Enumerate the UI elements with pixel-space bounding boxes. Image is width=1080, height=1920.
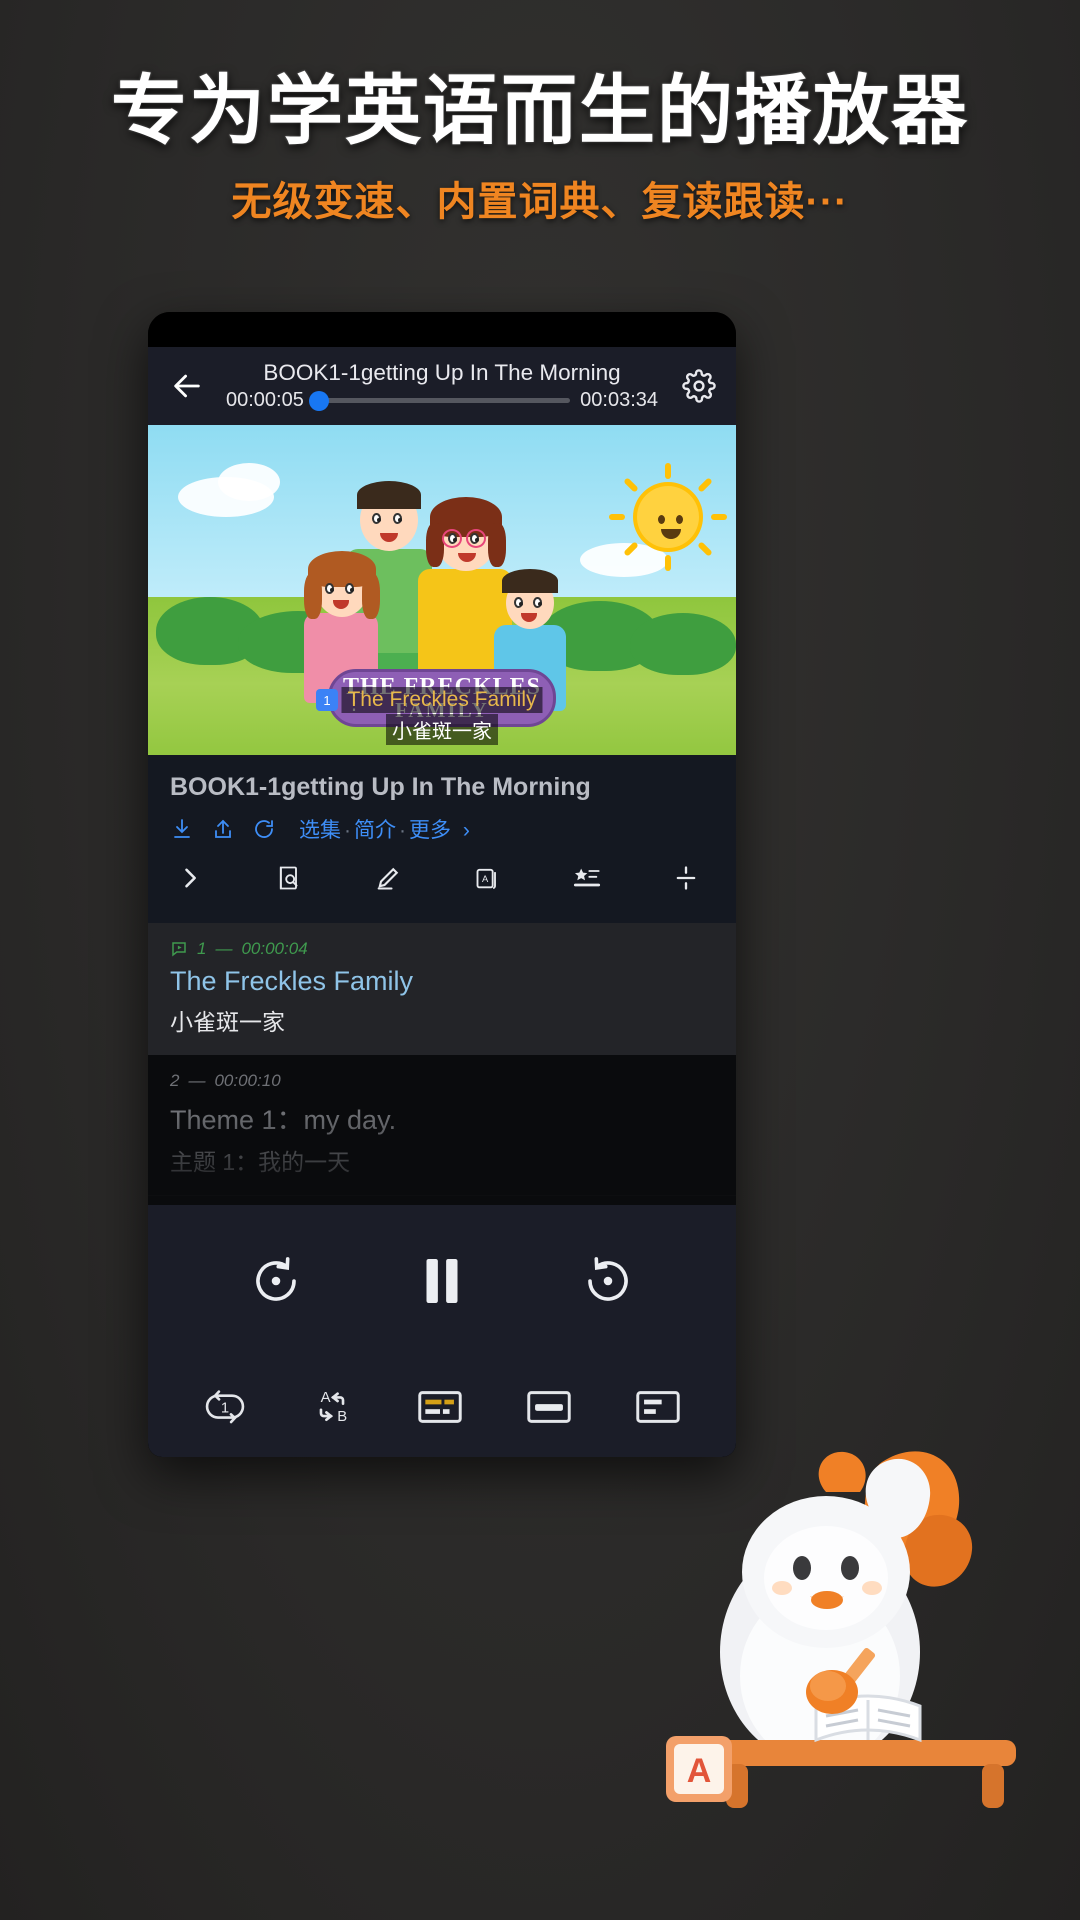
overlay-subtitle-en: The Freckles Family	[341, 687, 543, 713]
play-pause-button[interactable]	[411, 1250, 473, 1317]
gear-icon	[682, 369, 716, 403]
media-action-row: 选集 · 简介 · 更多 ›	[170, 814, 714, 844]
svg-text:A: A	[321, 1389, 331, 1405]
playback-controls	[148, 1205, 736, 1361]
chevron-right-icon[interactable]: ›	[457, 819, 470, 842]
back-button[interactable]	[148, 369, 226, 403]
total-time: 00:03:34	[580, 389, 658, 411]
media-title: BOOK1-1getting Up In The Morning	[170, 773, 591, 801]
forward-button[interactable]	[581, 1254, 635, 1313]
seek-bar[interactable]	[308, 390, 571, 411]
link-more[interactable]: 更多	[409, 819, 451, 842]
subtitle-row[interactable]: 2 — 00:00:10 Theme 1：my day. 主题 1：我的一天	[148, 1055, 736, 1196]
current-time: 00:00:05	[226, 389, 304, 411]
subtitle-text-en: Theme 1：my day.	[170, 1105, 397, 1135]
pause-icon	[426, 1258, 458, 1303]
svg-text:A: A	[482, 874, 489, 884]
favorite-list-icon[interactable]	[573, 864, 601, 897]
study-tool-row: A	[170, 844, 714, 915]
sun-icon	[609, 463, 727, 571]
subtitle-time: 00:00:04	[241, 939, 308, 958]
ab-repeat-icon: A B	[319, 1389, 347, 1425]
subtitle-row-active[interactable]: 1 — 00:00:04 The Freckles Family 小雀斑一家	[148, 923, 736, 1055]
cloud-icon	[218, 463, 280, 501]
subtitle-dash: —	[188, 1071, 206, 1090]
loop-single-icon: 1	[206, 1389, 245, 1423]
settings-button[interactable]	[662, 369, 736, 403]
subtitle-text-zh: 小雀斑一家	[170, 1009, 285, 1035]
player-title-block: BOOK1-1getting Up In The Morning 00:00:0…	[226, 360, 662, 412]
mascot-block-letter: A	[687, 1752, 712, 1790]
refresh-icon[interactable]	[252, 817, 276, 841]
svg-text:B: B	[337, 1409, 347, 1425]
pencil-edit-icon[interactable]	[374, 864, 402, 897]
link-intro[interactable]: 简介	[354, 819, 396, 842]
subtitle-meta: 1 — 00:00:04	[170, 939, 714, 959]
link-episodes[interactable]: 选集	[299, 819, 341, 842]
single-subtitle-button[interactable]	[527, 1389, 571, 1430]
forward-5-icon	[588, 1256, 628, 1301]
character-father	[346, 481, 432, 653]
marker-flag-icon	[172, 942, 186, 957]
character-mother	[418, 497, 512, 675]
separator-2: ·	[399, 819, 406, 842]
character-daughter	[304, 551, 380, 703]
dual-subtitle-icon	[418, 1390, 462, 1423]
dual-subtitle-button[interactable]	[418, 1389, 462, 1430]
split-divide-icon[interactable]	[672, 864, 700, 897]
arrow-left-icon	[174, 374, 200, 398]
overlay-index-badge[interactable]: 1	[316, 689, 338, 711]
character-son	[494, 569, 566, 711]
bush-shape	[630, 613, 736, 675]
player-top-bar: BOOK1-1getting Up In The Morning 00:00:0…	[148, 347, 736, 425]
promo-subheadline: 无级变速、内置词典、复读跟读···	[231, 180, 849, 224]
writing-duck-mascot: A	[630, 1420, 1050, 1840]
subtitle-time: 00:00:10	[214, 1071, 281, 1090]
loop-single-button[interactable]: 1	[204, 1386, 246, 1433]
subtitle-index: 1	[197, 939, 207, 958]
download-icon[interactable]	[170, 817, 194, 841]
subtitle-meta: 2 — 00:00:10	[170, 1071, 714, 1091]
rewind-button[interactable]	[249, 1254, 303, 1313]
status-bar	[148, 312, 736, 347]
expand-chevron-icon[interactable]	[176, 864, 204, 897]
promo-headline: 专为学英语而生的播放器	[111, 69, 969, 154]
share-icon[interactable]	[211, 817, 235, 841]
seek-row: 00:00:05 00:03:34	[226, 389, 658, 412]
subtitle-text-en: The Freckles Family	[170, 966, 414, 996]
svg-text:1: 1	[221, 1400, 229, 1416]
seek-thumb[interactable]	[308, 390, 329, 411]
subtitle-index: 2	[170, 1071, 180, 1090]
promo-poster: 专为学英语而生的播放器 无级变速、内置词典、复读跟读··· BOOK1-1get…	[0, 0, 1080, 1920]
overlay-subtitle-zh: 小雀斑一家	[386, 714, 498, 745]
separator-1: ·	[344, 819, 351, 842]
video-surface[interactable]: THE FRECKLES FAMILY 1 ⋮ The Freckles Fam…	[148, 425, 736, 755]
ab-repeat-button[interactable]: A B	[311, 1386, 353, 1433]
subtitle-dash: —	[215, 939, 233, 958]
rewind-5-icon	[256, 1256, 296, 1301]
dictionary-search-icon[interactable]	[275, 864, 303, 897]
single-subtitle-icon	[527, 1390, 571, 1423]
phone-mockup: BOOK1-1getting Up In The Morning 00:00:0…	[148, 312, 736, 1457]
player-title: BOOK1-1getting Up In The Morning	[263, 360, 621, 385]
media-links[interactable]: 选集 · 简介 · 更多 ›	[299, 814, 470, 844]
word-card-icon[interactable]: A	[474, 864, 502, 897]
media-info-panel: BOOK1-1getting Up In The Morning 选集 · 简介 · 更…	[148, 755, 736, 923]
subtitle-text-zh: 主题 1：我的一天	[170, 1149, 351, 1175]
